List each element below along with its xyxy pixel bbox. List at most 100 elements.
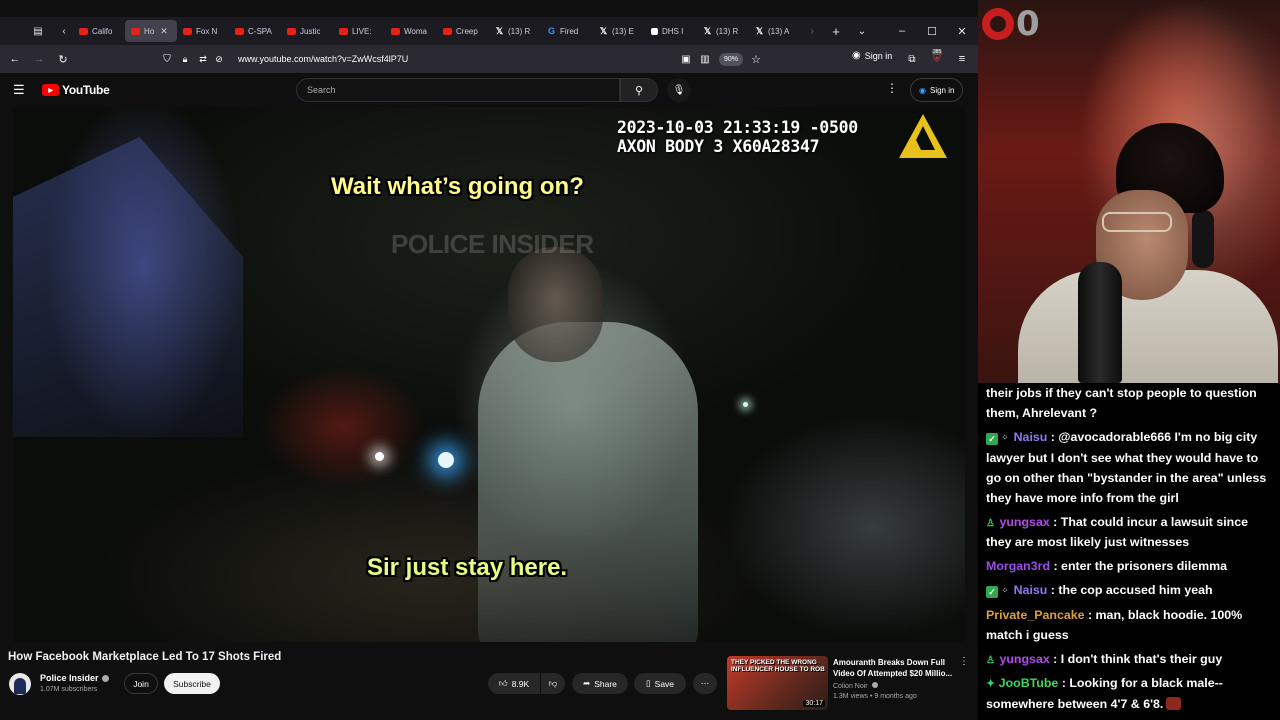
chat-text: their jobs if they can't stop people to … bbox=[986, 386, 1257, 420]
diamond-badge-icon: ✦ bbox=[986, 678, 996, 690]
search-input[interactable]: Search bbox=[296, 78, 620, 102]
browser-tab[interactable]: Woma bbox=[385, 20, 437, 42]
x-icon: 𝕏 bbox=[755, 25, 764, 36]
tab-list-icon[interactable]: ▤ bbox=[29, 22, 47, 40]
youtube-sign-in-label: Sign in bbox=[929, 85, 955, 95]
tabs-scroll-right-icon[interactable]: › bbox=[803, 22, 821, 40]
browser-tab[interactable]: Ho ✕ bbox=[125, 20, 177, 42]
like-button[interactable]: 👍︎ 8.9K bbox=[488, 673, 540, 694]
app-menu-icon[interactable]: ≡ bbox=[951, 48, 973, 70]
red-logo-icon bbox=[982, 8, 1014, 40]
extensions-icon[interactable]: ⧉ bbox=[901, 48, 923, 70]
browser-tab[interactable]: Justic bbox=[281, 20, 333, 42]
zoom-level[interactable]: 90% bbox=[719, 53, 744, 66]
reader-view-icon[interactable]: ▥ bbox=[694, 48, 716, 70]
youtube-logo[interactable]: ▶ YouTube bbox=[42, 83, 110, 97]
thumbs-down-icon: 👎︎ bbox=[548, 678, 558, 688]
streetlight-glow bbox=[743, 402, 748, 407]
recommended-title[interactable]: Amouranth Breaks Down Full Video Of Atte… bbox=[833, 657, 955, 679]
browser-tab[interactable]: LIVE: bbox=[333, 20, 385, 42]
microphone-icon[interactable]: 🎙︎ bbox=[667, 78, 691, 102]
browser-tab[interactable]: G Fired bbox=[541, 20, 593, 42]
chat-username[interactable]: yungsax bbox=[999, 652, 1049, 666]
bodycam-device-id: AXON BODY 3 X60A28347 bbox=[617, 137, 820, 156]
chat-username[interactable]: yungsax bbox=[999, 515, 1049, 529]
tab-overflow-chevron-icon[interactable]: ⌄ bbox=[853, 22, 871, 40]
youtube-icon bbox=[235, 27, 244, 35]
reload-icon[interactable]: ↻ bbox=[52, 48, 74, 70]
more-vertical-icon[interactable]: ⋮ bbox=[886, 81, 898, 95]
youtube-icon bbox=[443, 27, 452, 35]
verified-badge-icon bbox=[101, 675, 109, 683]
bodycam-timestamp: 2023-10-03 21:33:19 -0500 bbox=[617, 118, 858, 137]
police-light-glow bbox=[438, 452, 454, 468]
channel-name-link[interactable]: Police Insider bbox=[40, 673, 109, 683]
chat-message: ✓ ⁘ Naisu : @avocadorable666 I'm no big … bbox=[986, 430, 1267, 505]
browser-sign-in[interactable]: ◉ Sign in bbox=[852, 50, 892, 61]
browser-tab[interactable]: 𝕏 (13) R bbox=[489, 20, 541, 42]
browser-tab[interactable]: Creep bbox=[437, 20, 489, 42]
screen: ▤ ‹ Califo Ho ✕ Fox N C-SPA Justic LIVE: Woma Cr… bbox=[0, 0, 1280, 720]
chat-username[interactable]: Naisu bbox=[1014, 430, 1048, 444]
browser-tab[interactable]: 𝕏 (13) E bbox=[593, 20, 645, 42]
browser-tab[interactable]: Califo bbox=[73, 20, 125, 42]
url-field[interactable]: www.youtube.com/watch?v=ZwWcsf4lP7U bbox=[238, 54, 408, 64]
forward-icon[interactable]: → bbox=[28, 48, 50, 70]
youtube-sign-in-button[interactable]: ◉ Sign in bbox=[910, 78, 964, 102]
back-icon[interactable]: ← bbox=[4, 48, 26, 70]
browser-tab[interactable]: DHS I bbox=[645, 20, 697, 42]
youtube-logo-text: YouTube bbox=[62, 83, 110, 97]
close-tab-icon[interactable]: ✕ bbox=[160, 26, 168, 37]
youtube-icon bbox=[339, 27, 348, 35]
tab-label: Fired bbox=[560, 26, 579, 36]
browser-tab[interactable]: 𝕏 (13) R bbox=[697, 20, 749, 42]
chat-message: Private_Pancake : man, black hoodie. 100… bbox=[986, 608, 1243, 642]
chat-username[interactable]: Naisu bbox=[1014, 583, 1048, 597]
new-tab-icon[interactable]: + bbox=[827, 22, 845, 40]
video-player[interactable]: 2023-10-03 21:33:19 -0500 AXON BODY 3 X6… bbox=[13, 107, 965, 642]
maximize-window-icon[interactable]: ☐ bbox=[917, 17, 947, 45]
tab-label: (13) E bbox=[612, 26, 634, 36]
more-actions-button[interactable]: ⋯ bbox=[693, 673, 717, 694]
youtube-icon bbox=[287, 27, 296, 35]
navigation-bar: ← → ↻ ⛉ 🔒︎ ⇄ ⊘ www.youtube.com/watch?v=Z… bbox=[0, 45, 978, 73]
join-button[interactable]: Join bbox=[124, 673, 158, 694]
recommended-channel[interactable]: Colion Noir bbox=[833, 682, 878, 690]
video-person-shape bbox=[478, 322, 698, 642]
emote-icon bbox=[1166, 697, 1182, 710]
autoplay-blocked-icon[interactable]: ⊘ bbox=[208, 48, 230, 70]
google-icon: G bbox=[547, 26, 555, 36]
browser-window: ▤ ‹ Califo Ho ✕ Fox N C-SPA Justic LIVE: Woma Cr… bbox=[0, 0, 978, 720]
x-icon: 𝕏 bbox=[495, 25, 504, 36]
video-title: How Facebook Marketplace Led To 17 Shots… bbox=[8, 651, 282, 663]
chat-username[interactable]: Private_Pancake bbox=[986, 608, 1085, 622]
tab-label: LIVE: bbox=[352, 26, 372, 36]
browser-tab[interactable]: C-SPA bbox=[229, 20, 281, 42]
youtube-icon bbox=[131, 27, 140, 35]
channel-avatar[interactable] bbox=[9, 673, 31, 695]
tabs-scroll-left-icon[interactable]: ‹ bbox=[55, 22, 73, 40]
save-button[interactable]: ▯ Save bbox=[634, 673, 686, 694]
tab-label: Califo bbox=[92, 26, 113, 36]
chat-username[interactable]: JooBTube bbox=[999, 676, 1059, 690]
minimize-window-icon[interactable]: – bbox=[887, 17, 917, 45]
youtube-play-icon: ▶ bbox=[42, 84, 59, 96]
bookmark-star-icon[interactable]: ☆ bbox=[745, 48, 767, 70]
browser-tab[interactable]: 𝕏 (13) A bbox=[749, 20, 801, 42]
recommended-thumbnail[interactable]: THEY PICKED THE WRONG INFLUENCER HOUSE T… bbox=[727, 656, 828, 710]
chat-message: ✓ ⁘ Naisu : the cop accused him yeah bbox=[986, 580, 1276, 601]
user-circle-icon: ◉ bbox=[919, 85, 926, 95]
tab-label: Woma bbox=[404, 26, 427, 36]
search-icon[interactable]: ⚲ bbox=[620, 78, 658, 102]
chat-username[interactable]: Morgan3rd bbox=[986, 559, 1050, 573]
dislike-button[interactable]: 👎︎ bbox=[541, 673, 565, 694]
headphones-icon bbox=[1192, 210, 1214, 268]
subscribe-button[interactable]: Subscribe bbox=[164, 673, 220, 694]
close-window-icon[interactable]: ✕ bbox=[947, 17, 977, 45]
share-button[interactable]: ➦ Share bbox=[572, 673, 628, 694]
hamburger-menu-icon[interactable]: ☰ bbox=[13, 82, 27, 98]
channel-watermark: POLICE INSIDER bbox=[391, 229, 594, 259]
person-badge-icon: ♙ bbox=[986, 518, 995, 529]
browser-tab[interactable]: Fox N bbox=[177, 20, 229, 42]
recommended-more-icon[interactable]: ⋮ bbox=[959, 656, 969, 667]
